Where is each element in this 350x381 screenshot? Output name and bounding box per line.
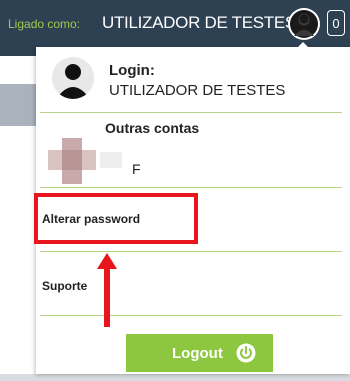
- logout-button[interactable]: Logout: [126, 334, 273, 372]
- logout-label: Logout: [172, 345, 223, 362]
- background-page-bottom: [0, 374, 350, 381]
- other-account-name: F: [132, 161, 141, 177]
- counter-badge[interactable]: 0: [327, 10, 345, 36]
- dropdown-caret: [296, 42, 310, 49]
- logged-as-label: Ligado como:: [8, 17, 81, 31]
- arrow-up-annotation-icon: [97, 253, 117, 327]
- support-link[interactable]: Suporte: [42, 279, 87, 293]
- menu-divider: [40, 251, 342, 252]
- power-icon: [236, 343, 256, 363]
- other-accounts-title: Outras contas: [105, 120, 200, 136]
- login-value: UTILIZADOR DE TESTES: [109, 82, 286, 99]
- menu-divider: [40, 315, 342, 316]
- background-page-strip: [0, 84, 40, 126]
- user-avatar-button[interactable]: [288, 8, 320, 40]
- user-silhouette-icon: [290, 10, 318, 38]
- login-label: Login:: [109, 62, 155, 79]
- highlight-annotation-box: [34, 193, 198, 244]
- menu-divider: [40, 112, 342, 113]
- menu-divider: [40, 187, 342, 188]
- user-silhouette-icon: [52, 57, 94, 99]
- menu-user-avatar: [52, 57, 94, 99]
- current-user-name[interactable]: UTILIZADOR DE TESTES: [102, 13, 296, 33]
- other-account-entry[interactable]: F: [42, 138, 242, 184]
